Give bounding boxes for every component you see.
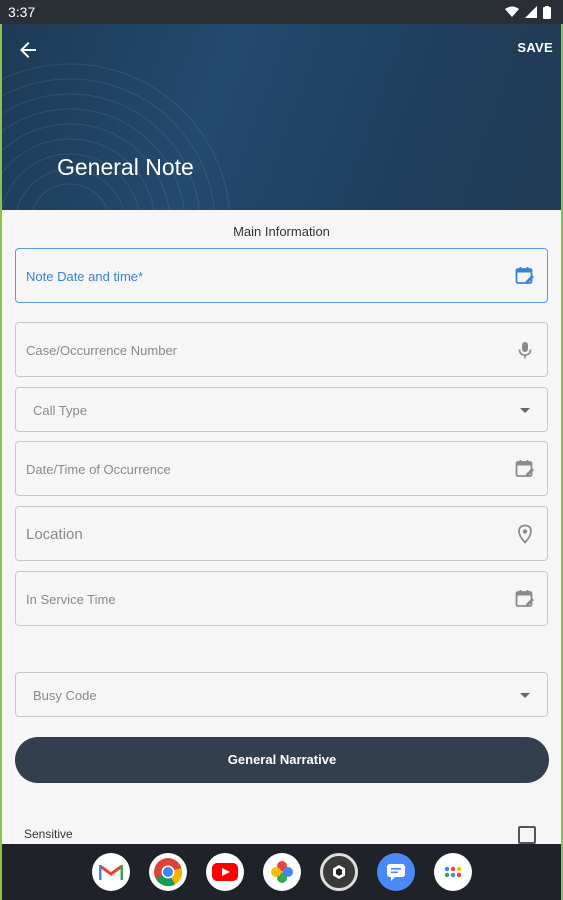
signal-icon [525, 6, 537, 18]
battery-icon [543, 5, 551, 19]
status-bar: 3:37 [0, 0, 563, 24]
status-time: 3:37 [8, 4, 36, 20]
device-frame [0, 0, 563, 900]
wifi-icon [505, 6, 519, 17]
